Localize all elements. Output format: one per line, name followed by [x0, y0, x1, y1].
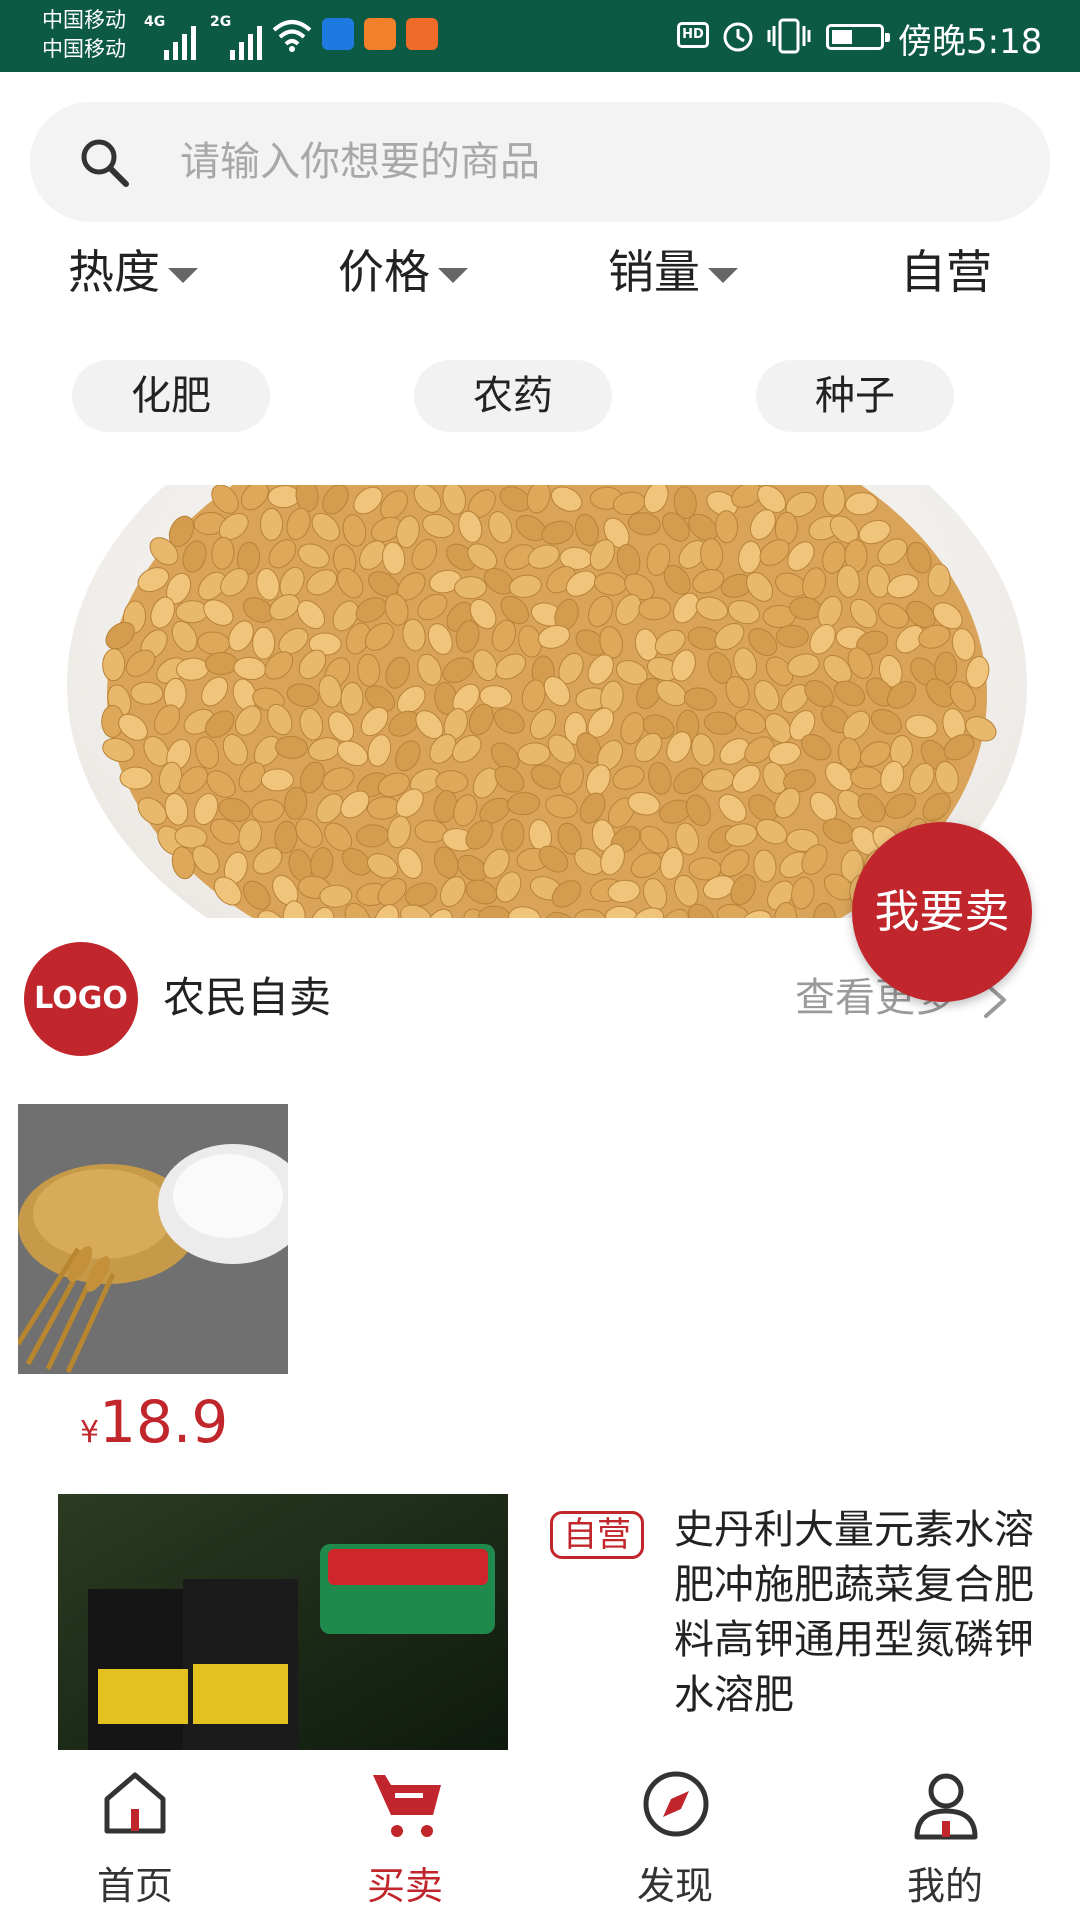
compass-icon [643, 1771, 709, 1837]
filter-popularity[interactable]: 热度 [68, 242, 198, 302]
product-price: ¥18.9 [80, 1388, 228, 1456]
filter-self-operated[interactable]: 自营 [900, 242, 992, 302]
product-title[interactable]: 史丹利大量元素水溶肥冲施肥蔬菜复合肥料高钾通用型氮磷钾水溶肥 [674, 1503, 1054, 1723]
browser-app-icon [406, 18, 438, 50]
app-notification-icon [364, 18, 396, 50]
filter-price[interactable]: 价格 [338, 242, 468, 302]
clock: 傍晚5:18 [898, 22, 1043, 62]
shield-app-icon [322, 18, 354, 50]
carrier-2: 中国移动 [42, 37, 126, 61]
seller-logo: LOGO [24, 942, 138, 1056]
battery-icon [826, 24, 890, 50]
price-value: 18.9 [99, 1388, 229, 1456]
home-icon [104, 1772, 166, 1834]
wheat-grain [130, 681, 164, 705]
network-type-1: 4G [144, 14, 166, 30]
bottom-nav: 首页 买卖 发现 我的 [0, 1755, 1080, 1920]
filter-sales[interactable]: 销量 [608, 242, 738, 302]
search-bar[interactable] [30, 102, 1050, 222]
filter-sales-label: 销量 [608, 245, 700, 299]
hd-icon: HD [677, 22, 709, 48]
chevron-down-icon [168, 268, 198, 283]
status-bar: 中国移动 中国移动 4G 2G HD 傍晚5:18 [0, 0, 1080, 72]
wifi-icon [272, 20, 312, 52]
carrier-1: 中国移动 [42, 8, 126, 32]
wheat-grain [175, 600, 209, 624]
wheat-grain [775, 624, 809, 648]
profile-icon [914, 1773, 978, 1840]
nav-profile[interactable]: 我的 [845, 1755, 1045, 1920]
nav-discover[interactable]: 发现 [575, 1755, 775, 1920]
filter-self-operated-label: 自营 [900, 245, 992, 299]
nav-home[interactable]: 首页 [35, 1755, 235, 1920]
cart-icon [373, 1775, 441, 1837]
chevron-down-icon [438, 268, 468, 283]
filter-price-label: 价格 [338, 245, 430, 299]
wheat-grain [260, 768, 294, 792]
currency-symbol: ¥ [80, 1415, 100, 1450]
category-fertilizer[interactable]: 化肥 [72, 360, 270, 432]
search-icon [81, 139, 129, 187]
section-title: 农民自卖 [163, 973, 332, 1022]
self-operated-badge: 自营 [550, 1511, 644, 1559]
carrier-names: 中国移动 中国移动 [42, 6, 126, 64]
product-image-fertilizer[interactable] [58, 1494, 508, 1750]
product-image-wheat-flour[interactable] [18, 1104, 288, 1374]
category-seeds[interactable]: 种子 [756, 360, 954, 432]
wheat-grain [259, 507, 283, 541]
nav-trade[interactable]: 买卖 [305, 1755, 505, 1920]
search-input[interactable] [180, 102, 980, 222]
wheat-grain [252, 626, 276, 660]
nav-discover-label: 发现 [636, 1864, 713, 1908]
wheat-grain [454, 576, 488, 600]
nav-trade-label: 买卖 [366, 1864, 443, 1908]
chevron-down-icon [708, 268, 738, 283]
wheat-grain [119, 766, 153, 790]
network-type-2: 2G [210, 14, 232, 30]
vibrate-icon [767, 18, 811, 54]
sell-button[interactable]: 我要卖 [852, 822, 1032, 1002]
alarm-icon [723, 22, 753, 52]
nav-home-label: 首页 [96, 1864, 173, 1908]
category-pesticide[interactable]: 农药 [414, 360, 612, 432]
filter-popularity-label: 热度 [68, 245, 160, 299]
nav-profile-label: 我的 [906, 1864, 983, 1908]
